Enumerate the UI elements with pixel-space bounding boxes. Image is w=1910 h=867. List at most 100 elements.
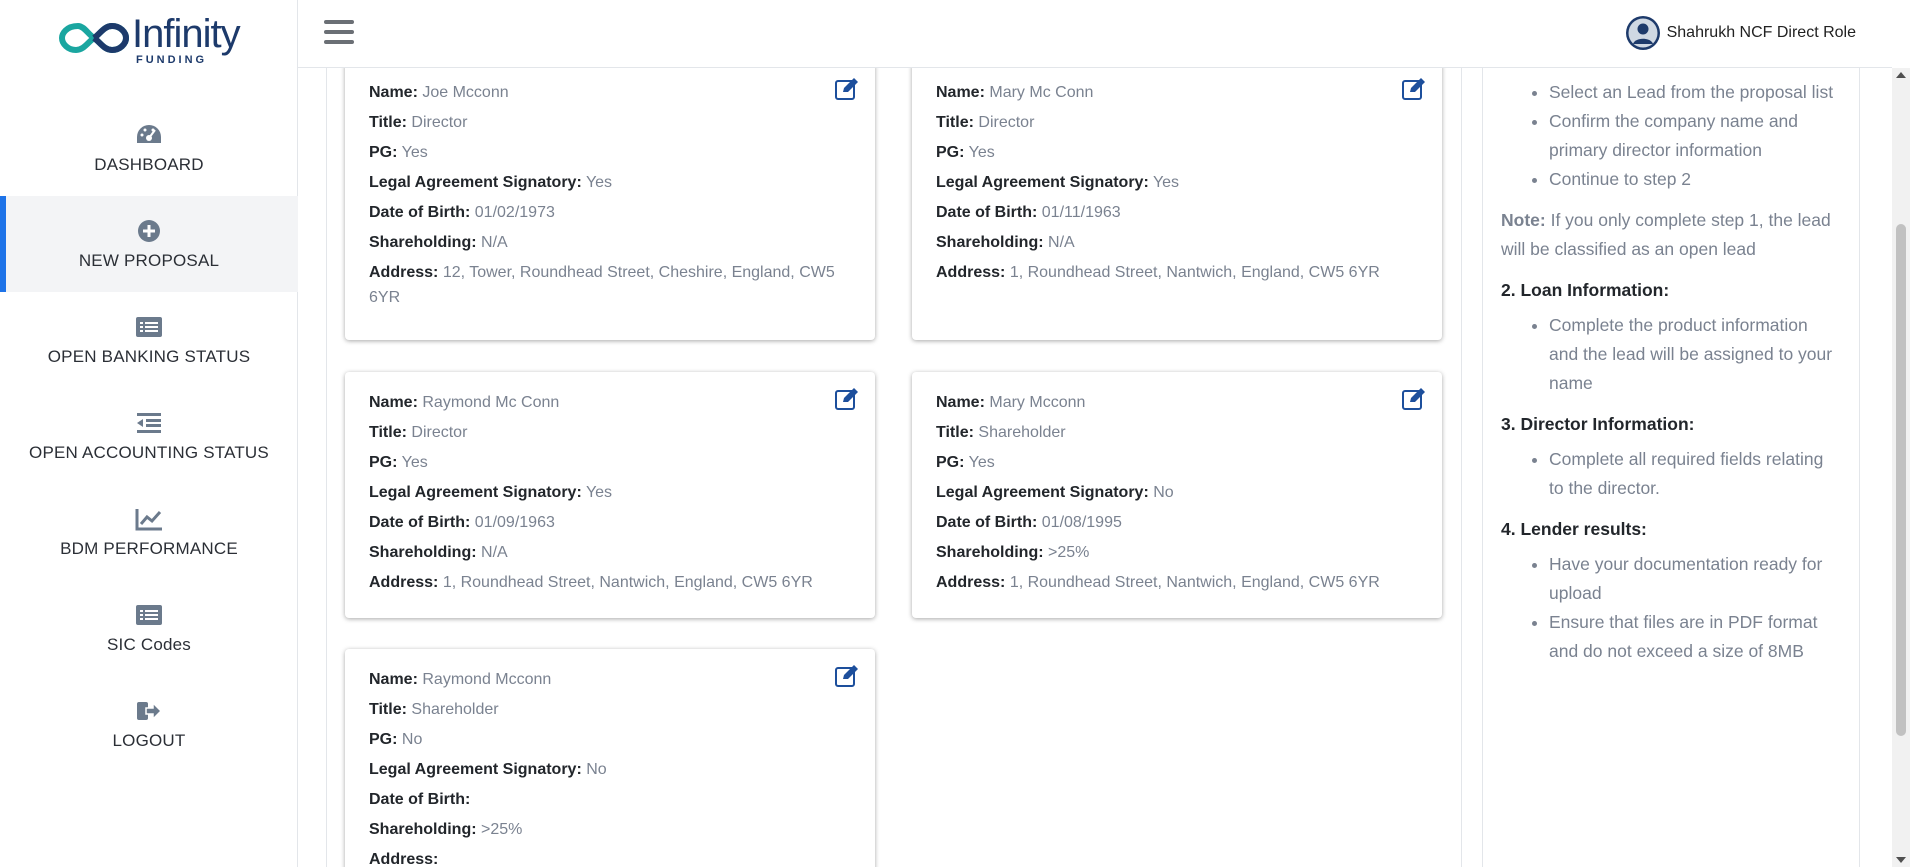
hamburger-menu-icon[interactable] [324, 20, 354, 48]
field-label: PG: [369, 731, 398, 748]
field-label: Title: [369, 114, 407, 131]
director-signatory-row: Legal Agreement Signatory: No [369, 755, 851, 785]
edit-icon[interactable] [1402, 388, 1426, 410]
director-card: Name: Mary Mcconn Title: Shareholder PG:… [912, 372, 1442, 618]
step2-list: Complete the product information and the… [1501, 311, 1839, 398]
field-label: Address: [936, 264, 1006, 281]
brand-name: Infinity [132, 12, 241, 56]
director-shareholding-row: Shareholding: >25% [936, 538, 1418, 568]
help-list-item: Complete the product information and the… [1549, 311, 1839, 398]
director-address-row: Address: 1, Roundhead Street, Nantwich, … [936, 568, 1418, 598]
director-address: 1, Roundhead Street, Nantwich, England, … [1009, 574, 1380, 591]
field-label: Shareholding: [369, 234, 477, 251]
director-signatory-row: Legal Agreement Signatory: No [936, 478, 1418, 508]
sidebar-item-new-proposal[interactable]: NEW PROPOSAL [0, 196, 298, 292]
sidebar-item-dashboard[interactable]: DASHBOARD [0, 100, 298, 196]
sidebar-item-label: SIC Codes [106, 635, 191, 654]
sidebar-item-label: BDM PERFORMANCE [60, 539, 238, 558]
scrollbar-thumb[interactable] [1896, 224, 1906, 736]
indent-icon [135, 409, 163, 437]
sidebar-item-open-banking-status[interactable]: OPEN BANKING STATUS [0, 292, 298, 388]
director-title: Director [411, 424, 468, 441]
director-title-row: Title: Shareholder [369, 695, 851, 725]
director-shareholding: N/A [1048, 234, 1075, 251]
help-note: Note: If you only complete step 1, the l… [1501, 206, 1839, 264]
step3-list: Complete all required fields relating to… [1501, 445, 1839, 503]
field-label: Date of Birth: [936, 514, 1038, 531]
field-label: Date of Birth: [369, 791, 471, 808]
page-scrollbar[interactable] [1892, 68, 1910, 867]
director-address-row: Address: 1, Roundhead Street, Nantwich, … [369, 568, 851, 598]
director-shareholding: N/A [481, 234, 508, 251]
director-title: Director [411, 114, 468, 131]
edit-icon[interactable] [1402, 78, 1426, 100]
director-shareholding: >25% [1048, 544, 1090, 561]
director-signatory-row: Legal Agreement Signatory: Yes [369, 478, 851, 508]
sidebar-item-label: OPEN BANKING STATUS [47, 347, 251, 366]
field-label: Title: [936, 424, 974, 441]
director-title-row: Title: Director [369, 108, 851, 138]
director-name-row: Name: Mary Mcconn [936, 388, 1418, 418]
sidebar-item-sic-codes[interactable]: SIC Codes [0, 580, 298, 676]
director-signatory: No [586, 761, 607, 778]
field-label: PG: [936, 144, 965, 161]
director-name-row: Name: Raymond Mc Conn [369, 388, 851, 418]
director-cards-area: Name: Joe Mcconn Title: Director PG: Yes… [326, 68, 1462, 867]
field-label: Name: [369, 671, 418, 688]
field-label: Legal Agreement Signatory: [369, 174, 582, 191]
field-label: Name: [369, 394, 418, 411]
field-label: Date of Birth: [369, 514, 471, 531]
user-name: Shahrukh NCF Direct Role [1666, 24, 1856, 41]
help-list-item: Have your documentation ready for upload [1549, 550, 1839, 608]
field-label: PG: [936, 454, 965, 471]
field-label: Name: [936, 84, 985, 101]
plus-circle-icon [137, 217, 161, 245]
scroll-up-arrow-icon[interactable] [1896, 72, 1906, 78]
director-signatory: No [1153, 484, 1174, 501]
field-label: Shareholding: [369, 544, 477, 561]
director-pg-row: PG: Yes [936, 138, 1418, 168]
note-text: If you only complete step 1, the lead wi… [1501, 210, 1831, 259]
director-pg: Yes [401, 454, 428, 471]
field-label: Address: [369, 574, 439, 591]
field-label: PG: [369, 144, 398, 161]
step3-title: 3. Director Information: [1501, 414, 1695, 434]
director-pg: Yes [968, 144, 995, 161]
director-signatory: Yes [585, 484, 613, 501]
edit-icon[interactable] [835, 665, 859, 687]
field-label: Legal Agreement Signatory: [936, 484, 1149, 501]
infinity-funding-logo[interactable]: Infinity FUNDING [58, 12, 248, 68]
director-address-row: Address: [369, 845, 851, 867]
sidebar-nav: DASHBOARD NEW PROPOSAL OPEN BANKING STAT… [0, 100, 298, 772]
director-signatory-row: Legal Agreement Signatory: Yes [369, 168, 851, 198]
help-list-item: Confirm the company name and primary dir… [1549, 107, 1839, 165]
edit-icon[interactable] [835, 78, 859, 100]
director-pg-row: PG: Yes [369, 448, 851, 478]
chart-line-icon [135, 505, 163, 533]
director-title: Shareholder [411, 701, 499, 718]
field-label: PG: [369, 454, 398, 471]
director-card: Name: Joe Mcconn Title: Director PG: Yes… [345, 68, 875, 340]
director-title-row: Title: Director [369, 418, 851, 448]
sidebar-item-label: LOGOUT [112, 731, 186, 750]
user-menu[interactable]: Shahrukh NCF Direct Role [1625, 15, 1856, 51]
field-label: Name: [936, 394, 985, 411]
field-label: Title: [369, 701, 407, 718]
director-name: Joe Mcconn [422, 84, 509, 101]
director-address: 12, Tower, Roundhead Street, Cheshire, E… [369, 264, 835, 306]
scroll-down-arrow-icon[interactable] [1896, 857, 1906, 863]
director-name: Raymond Mc Conn [422, 394, 560, 411]
director-name-row: Name: Joe Mcconn [369, 78, 851, 108]
sidebar-item-bdm-performance[interactable]: BDM PERFORMANCE [0, 484, 298, 580]
director-signatory: Yes [585, 174, 613, 191]
director-pg: Yes [401, 144, 428, 161]
director-address-row: Address: 1, Roundhead Street, Nantwich, … [936, 258, 1418, 285]
sidebar-item-logout[interactable]: LOGOUT [0, 676, 298, 772]
director-name-row: Name: Mary Mc Conn [936, 78, 1418, 108]
director-dob-row: Date of Birth: 01/11/1963 [936, 198, 1418, 228]
director-dob-row: Date of Birth: 01/02/1973 [369, 198, 851, 228]
sidebar-item-open-accounting-status[interactable]: OPEN ACCOUNTING STATUS [0, 388, 298, 484]
step4-title: 4. Lender results: [1501, 519, 1647, 539]
director-dob: 01/11/1963 [1041, 204, 1121, 221]
edit-icon[interactable] [835, 388, 859, 410]
